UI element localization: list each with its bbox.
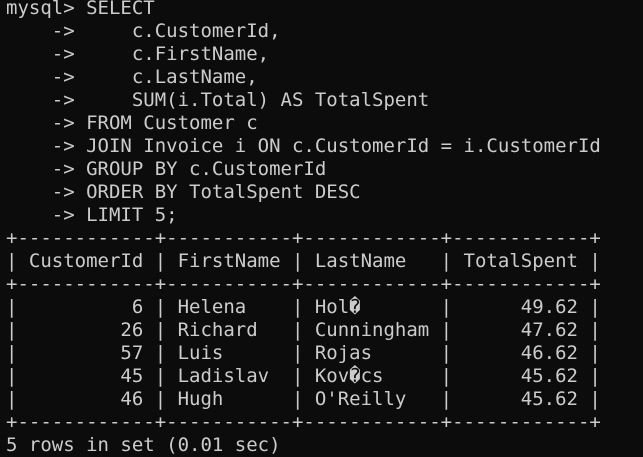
table-row: | 57 | Luis | Rojas | 46.62 | [6, 342, 601, 364]
table-border-bottom: +------------+-----------+------------+-… [6, 411, 601, 433]
query-line-from: -> FROM Customer c [6, 112, 258, 134]
table-row: | 46 | Hugh | O'Reilly | 45.62 | [6, 388, 601, 410]
query-line-limit: -> LIMIT 5; [6, 204, 178, 226]
query-line-order-by: -> ORDER BY TotalSpent DESC [6, 181, 361, 203]
query-line-first-name: -> c.FirstName, [6, 43, 270, 65]
table-row: | 6 | Helena | Hol� | 49.62 | [6, 296, 601, 318]
terminal-window[interactable]: mysql> SELECT -> c.CustomerId, -> c.Firs… [0, 0, 643, 456]
query-line-group-by: -> GROUP BY c.CustomerId [6, 158, 327, 180]
table-row: | 26 | Richard | Cunningham | 47.62 | [6, 319, 601, 341]
table-border-top: +------------+-----------+------------+-… [6, 227, 601, 249]
table-border-header: +------------+-----------+------------+-… [6, 273, 601, 295]
query-line-last-name: -> c.LastName, [6, 66, 258, 88]
query-line-customer-id: -> c.CustomerId, [6, 20, 281, 42]
query-line-join: -> JOIN Invoice i ON c.CustomerId = i.Cu… [6, 135, 601, 157]
result-summary: 5 rows in set (0.01 sec) [6, 434, 281, 456]
table-row: | 45 | Ladislav | Kov�cs | 45.62 | [6, 365, 601, 387]
table-header-row: | CustomerId | FirstName | LastName | To… [6, 250, 601, 272]
query-line-prompt: mysql> SELECT [6, 0, 155, 19]
query-line-sum: -> SUM(i.Total) AS TotalSpent [6, 89, 430, 111]
